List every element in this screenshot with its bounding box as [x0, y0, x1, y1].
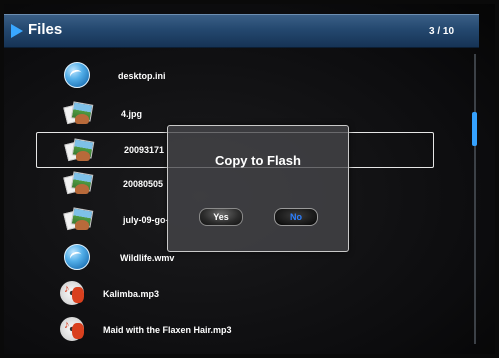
globe-icon	[64, 62, 90, 88]
page-indicator: 3 / 10	[429, 26, 455, 37]
photo-icon	[64, 138, 95, 162]
file-name: 20093171	[124, 145, 165, 155]
file-row[interactable]: ♪ Maid with the Flaxen Hair.mp3	[4, 312, 474, 348]
music-icon: ♪	[58, 314, 88, 344]
file-name: july-09-go-	[123, 215, 169, 225]
title-bar: Files 3 / 10	[4, 14, 479, 48]
screen: Files 3 / 10 desktop.ini 4.jpg 20093171 …	[4, 4, 495, 354]
no-button[interactable]: No	[274, 208, 318, 226]
file-row[interactable]: desktop.ini	[4, 60, 474, 96]
copy-dialog: Copy to Flash Yes No	[167, 125, 349, 252]
file-row[interactable]: ♪ Kalimba.mp3	[4, 276, 474, 312]
page-title: Files	[28, 21, 63, 38]
dialog-title: Copy to Flash	[215, 153, 301, 168]
file-name: Kalimba.mp3	[103, 289, 160, 299]
file-name: Wildlife.wmv	[120, 253, 175, 263]
photo-icon	[63, 207, 94, 231]
music-icon: ♪	[58, 278, 88, 308]
photo-icon	[63, 101, 94, 125]
play-arrow-icon	[11, 24, 23, 38]
system-globe-icon	[64, 62, 92, 88]
yes-button[interactable]: Yes	[199, 208, 243, 226]
file-name: Maid with the Flaxen Hair.mp3	[103, 325, 232, 335]
globe-icon	[64, 244, 90, 270]
file-name: desktop.ini	[118, 71, 166, 81]
scrollbar-track[interactable]	[474, 54, 476, 344]
file-name: 4.jpg	[121, 109, 143, 119]
file-name: 20080505	[123, 179, 164, 189]
video-globe-icon	[64, 244, 92, 270]
photo-icon	[63, 171, 94, 195]
